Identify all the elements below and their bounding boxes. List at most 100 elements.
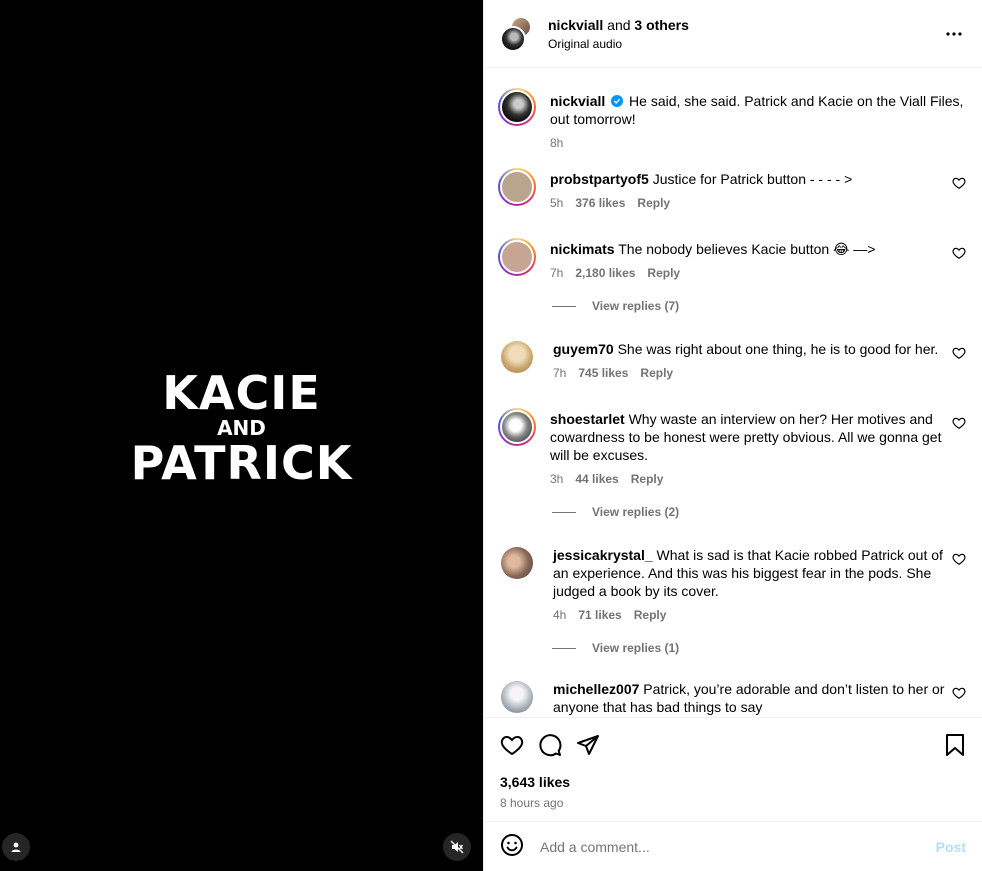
more-options-button[interactable] — [942, 22, 966, 46]
likes-count[interactable]: 3,643 likes — [500, 774, 966, 790]
comment-text: The nobody believes Kacie button 😂 —> — [618, 241, 876, 257]
comment-item: nickimats The nobody believes Kacie butt… — [498, 238, 966, 280]
reply-button[interactable]: Reply — [637, 196, 670, 210]
divider — [552, 647, 576, 649]
avatar-story-ring[interactable] — [498, 168, 536, 206]
post-caption: nickviall He said, she said. Patrick and… — [498, 88, 966, 150]
comment-likes[interactable]: 2,180 likes — [575, 266, 635, 280]
comment-item: shoestarlet Why waste an interview on he… — [498, 408, 966, 486]
save-button[interactable] — [944, 733, 966, 757]
post-button[interactable]: Post — [936, 839, 966, 855]
share-button[interactable] — [576, 733, 600, 757]
add-comment-bar: Post — [484, 821, 982, 871]
comment-username[interactable]: nickimats — [550, 241, 615, 257]
comment-button[interactable] — [538, 733, 562, 757]
video-player[interactable]: KACIE AND PATRICK — [0, 0, 483, 871]
divider — [552, 305, 576, 307]
avatar[interactable] — [501, 547, 533, 579]
view-replies-label: View replies (1) — [592, 641, 680, 655]
post-time[interactable]: 8 hours ago — [500, 796, 966, 810]
comment-likes[interactable]: 71 likes — [578, 608, 621, 622]
post-side-panel: nickviall and 3 others Original audio ni… — [483, 0, 982, 871]
comment-username[interactable]: probstpartyof5 — [550, 171, 649, 187]
header-username-link[interactable]: nickviall — [548, 17, 603, 33]
like-button[interactable] — [500, 733, 524, 757]
avatar — [500, 410, 534, 444]
comment-item: guyem70 She was right about one thing, h… — [498, 338, 966, 380]
more-options-icon — [946, 31, 962, 36]
view-replies-button[interactable]: View replies (2) — [552, 502, 966, 522]
video-title-line1: KACIE — [162, 366, 321, 420]
avatar[interactable] — [501, 681, 533, 713]
comment-username[interactable]: michellez007 — [553, 681, 639, 697]
comment-likes[interactable]: 745 likes — [578, 366, 628, 380]
comment-time[interactable]: 5h — [550, 196, 563, 210]
view-replies-button[interactable]: View replies (1) — [552, 638, 966, 658]
emoji-icon — [501, 834, 523, 856]
avatar — [500, 90, 534, 124]
comment-item: michellez007 Patrick, you’re adorable an… — [498, 678, 966, 716]
caption-username[interactable]: nickviall — [550, 93, 605, 109]
view-replies-label: View replies (2) — [592, 505, 680, 519]
share-icon — [577, 735, 599, 755]
comment-text: She was right about one thing, he is to … — [617, 341, 939, 357]
comments-list[interactable]: nickviall He said, she said. Patrick and… — [484, 68, 982, 717]
reply-button[interactable]: Reply — [634, 608, 667, 622]
comment-time[interactable]: 4h — [553, 608, 566, 622]
emoji-button[interactable] — [500, 833, 524, 860]
collab-avatars[interactable] — [500, 15, 534, 52]
heart-icon[interactable] — [952, 686, 966, 700]
post-actions: 3,643 likes 8 hours ago — [484, 717, 982, 821]
comment-icon — [539, 734, 562, 757]
comment-item: jessicakrystal_ What is sad is that Kaci… — [498, 544, 966, 622]
heart-icon[interactable] — [952, 552, 966, 566]
user-icon — [11, 842, 21, 852]
comment-username[interactable]: shoestarlet — [550, 411, 625, 427]
heart-icon[interactable] — [952, 346, 966, 360]
avatar-story-ring[interactable] — [498, 88, 536, 126]
heart-icon[interactable] — [952, 246, 966, 260]
view-replies-label: View replies (7) — [592, 299, 680, 313]
video-title-overlay: KACIE AND PATRICK — [0, 370, 483, 486]
tagged-users-button[interactable] — [2, 833, 30, 861]
avatar — [500, 240, 534, 274]
comment-item: probstpartyof5 Justice for Patrick butto… — [498, 168, 966, 210]
reply-button[interactable]: Reply — [647, 266, 680, 280]
video-title-line2: AND — [217, 416, 266, 440]
header-text: nickviall and 3 others Original audio — [548, 17, 689, 51]
avatar-story-ring[interactable] — [498, 408, 536, 446]
comment-username[interactable]: jessicakrystal_ — [553, 547, 653, 563]
comment-time[interactable]: 7h — [553, 366, 566, 380]
muted-speaker-icon — [450, 840, 464, 854]
comment-input[interactable] — [540, 838, 936, 855]
avatar — [500, 170, 534, 204]
video-title-line3: PATRICK — [130, 436, 353, 490]
header-authors: nickviall and 3 others — [548, 17, 689, 33]
comment-time[interactable]: 7h — [550, 266, 563, 280]
comment-likes[interactable]: 44 likes — [575, 472, 618, 486]
avatar — [500, 25, 526, 52]
avatar[interactable] — [501, 341, 533, 373]
comment-time[interactable]: 3h — [550, 472, 563, 486]
audio-link[interactable]: Original audio — [548, 37, 689, 51]
header-others-link[interactable]: 3 others — [634, 17, 688, 33]
comment-text: Justice for Patrick button - - - - > — [652, 171, 853, 187]
reply-button[interactable]: Reply — [631, 472, 664, 486]
post-header: nickviall and 3 others Original audio — [484, 0, 982, 68]
reply-button[interactable]: Reply — [640, 366, 673, 380]
heart-icon — [500, 735, 524, 756]
heart-icon[interactable] — [952, 176, 966, 190]
mute-toggle-button[interactable] — [443, 833, 471, 861]
heart-icon[interactable] — [952, 416, 966, 430]
post-dialog: KACIE AND PATRICK nickviall and 3 others — [0, 0, 982, 871]
comment-username[interactable]: guyem70 — [553, 341, 614, 357]
comment-likes[interactable]: 376 likes — [575, 196, 625, 210]
avatar-story-ring[interactable] — [498, 238, 536, 276]
action-icons-row — [500, 732, 966, 758]
caption-time[interactable]: 8h — [550, 136, 563, 150]
verified-badge-icon — [611, 95, 624, 107]
view-replies-button[interactable]: View replies (7) — [552, 296, 966, 316]
bookmark-icon — [946, 734, 964, 756]
header-and-text: and — [607, 16, 631, 33]
divider — [552, 511, 576, 513]
